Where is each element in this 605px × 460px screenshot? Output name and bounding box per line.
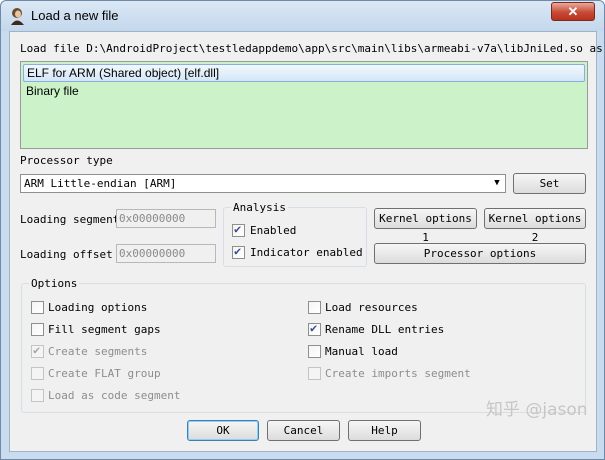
loading-offset-input[interactable]: 0x00000000 <box>116 244 216 263</box>
enabled-label: Enabled <box>250 224 297 237</box>
ok-button[interactable]: OK <box>187 420 259 441</box>
ok-button-label: OK <box>216 424 230 437</box>
set-button-label: Set <box>539 177 560 190</box>
loading-options-label: Loading options <box>48 301 148 314</box>
manual-load-label: Manual load <box>325 345 398 358</box>
loading-options-checkbox[interactable] <box>31 301 44 314</box>
close-icon: ✕ <box>567 4 579 19</box>
close-button[interactable]: ✕ <box>551 2 595 21</box>
create-segments-label: Create segments <box>48 345 148 358</box>
cancel-button[interactable]: Cancel <box>267 420 340 441</box>
manual-load-checkbox[interactable] <box>308 345 321 358</box>
dialog-body: Load file D:\AndroidProject\testledappde… <box>9 31 603 452</box>
create-imports-segment-label: Create imports segment <box>325 367 471 380</box>
load-as-code-segment-checkbox[interactable] <box>31 389 44 402</box>
loading-segment-value: 0x00000000 <box>119 212 186 225</box>
loading-segment-input[interactable]: 0x00000000 <box>116 209 216 228</box>
loading-segment-label: Loading segment <box>20 213 120 226</box>
rename-dll-entries-label: Rename DLL entries <box>325 323 445 336</box>
indicator-enabled-label: Indicator enabled <box>250 246 363 259</box>
load-resources-label: Load resources <box>325 301 418 314</box>
list-item-label: ELF for ARM (Shared object) [elf.dll] <box>27 66 220 80</box>
loading-offset-label: Loading offset <box>20 248 113 261</box>
load-file-dialog: Load a new file ✕ Load file D:\AndroidPr… <box>0 0 605 460</box>
load-as-code-segment-label: Load as code segment <box>48 389 181 402</box>
analysis-group-label: Analysis <box>231 201 288 214</box>
checkmark-icon: ✔ <box>33 343 41 357</box>
watermark: 知乎 @jason <box>486 400 588 420</box>
help-button[interactable]: Help <box>348 420 421 441</box>
processor-options-button[interactable]: Processor options <box>374 243 586 264</box>
kernel-options-2-label: Kernel options 2 <box>488 212 582 244</box>
load-file-label: Load file D:\AndroidProject\testledappde… <box>20 42 603 55</box>
fill-segment-gaps-label: Fill segment gaps <box>48 323 161 336</box>
loading-offset-value: 0x00000000 <box>119 247 186 260</box>
dropdown-arrow-icon[interactable]: ▼ <box>491 175 503 192</box>
cancel-button-label: Cancel <box>283 424 324 437</box>
title-bar[interactable]: Load a new file ✕ <box>1 1 604 31</box>
help-button-label: Help <box>371 424 398 437</box>
kernel-options-1-label: Kernel options 1 <box>379 212 472 244</box>
create-imports-segment-checkbox[interactable] <box>308 367 321 380</box>
create-flat-group-label: Create FLAT group <box>48 367 161 380</box>
create-flat-group-checkbox[interactable] <box>31 367 44 380</box>
list-item-label: Binary file <box>26 84 79 98</box>
checkmark-icon: ✔ <box>310 321 318 335</box>
window-title: Load a new file <box>31 8 119 23</box>
processor-options-label: Processor options <box>423 247 537 260</box>
checkmark-icon: ✔ <box>234 244 242 258</box>
set-button[interactable]: Set <box>513 173 586 194</box>
processor-type-value: ARM Little-endian [ARM] <box>24 177 177 190</box>
list-item-binary[interactable]: Binary file <box>23 83 585 101</box>
create-segments-checkbox[interactable]: ✔ <box>31 343 44 358</box>
load-resources-checkbox[interactable] <box>308 301 321 314</box>
list-item-elf[interactable]: ELF for ARM (Shared object) [elf.dll] <box>23 64 585 82</box>
processor-type-select[interactable]: ARM Little-endian [ARM] ▼ <box>20 174 506 193</box>
kernel-options-2-button[interactable]: Kernel options 2 <box>484 208 586 244</box>
rename-dll-entries-checkbox[interactable]: ✔ <box>308 321 321 336</box>
file-type-list[interactable]: ELF for ARM (Shared object) [elf.dll] Bi… <box>20 61 588 149</box>
kernel-options-1-button[interactable]: Kernel options 1 <box>374 208 477 244</box>
checkmark-icon: ✔ <box>234 222 242 236</box>
enabled-checkbox[interactable]: ✔ <box>232 222 245 237</box>
processor-type-label: Processor type <box>20 154 113 167</box>
fill-segment-gaps-checkbox[interactable] <box>31 323 44 336</box>
ida-app-icon <box>11 8 24 25</box>
options-group-label: Options <box>29 277 80 290</box>
indicator-enabled-checkbox[interactable]: ✔ <box>232 244 245 259</box>
